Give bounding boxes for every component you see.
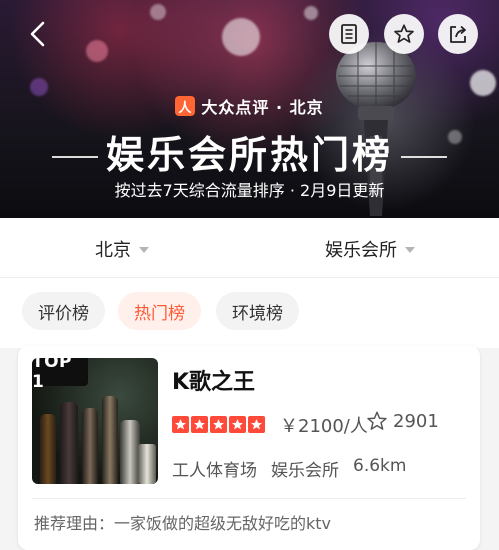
bottle-illustration — [60, 402, 78, 484]
favorite-count-button[interactable]: 2901 — [366, 410, 439, 432]
listing-name[interactable]: K歌之王 — [172, 364, 255, 396]
tab-label: 热门榜 — [134, 303, 185, 324]
listing-category: 娱乐会所 — [271, 461, 339, 481]
star-icon — [210, 416, 227, 433]
listing-thumbnail[interactable]: TOP 1 — [32, 358, 158, 484]
tab-rating[interactable]: 评价榜 — [22, 292, 105, 330]
star-icon — [229, 416, 246, 433]
ranking-tabs: 评价榜 热门榜 环境榜 — [0, 278, 499, 348]
document-icon — [341, 24, 357, 44]
tab-label: 环境榜 — [232, 303, 283, 324]
back-icon — [30, 21, 45, 47]
bottle-illustration — [120, 420, 140, 484]
favorite-count: 2901 — [393, 410, 439, 432]
page-subtitle: 按过去7天综合流量排序 · 2月9日更新 — [114, 181, 385, 200]
favorite-button[interactable] — [384, 14, 424, 54]
share-icon — [450, 25, 466, 43]
glass-illustration — [138, 444, 156, 484]
bottle-illustration — [40, 414, 56, 484]
recommendation-reason: 推荐理由：一家饭做的超级无敌好吃的ktv — [34, 514, 332, 533]
city-filter[interactable]: 北京 — [95, 236, 149, 262]
filter-bar: 北京 娱乐会所 — [0, 218, 499, 278]
star-icon — [172, 416, 189, 433]
rank-badge: TOP 1 — [32, 358, 88, 392]
bokeh-light — [86, 40, 108, 62]
star-icon — [394, 24, 414, 43]
title-divider-right — [401, 156, 447, 158]
tab-environment[interactable]: 环境榜 — [216, 292, 299, 330]
category-filter[interactable]: 娱乐会所 — [325, 236, 415, 262]
bokeh-light — [150, 4, 166, 20]
share-button[interactable] — [438, 14, 478, 54]
bottle-illustration — [82, 408, 98, 484]
bokeh-light — [222, 18, 260, 56]
tab-popular[interactable]: 热门榜 — [118, 292, 201, 330]
bokeh-light — [304, 6, 318, 20]
chevron-down-icon — [405, 247, 415, 253]
listing-distance: 6.6km — [353, 456, 407, 476]
document-button[interactable] — [329, 14, 369, 54]
listing-card[interactable]: TOP 1 K歌之王 ￥2100/人 2901 工人体育场 娱乐会所 6.6km… — [18, 346, 480, 550]
price-per-person: ￥2100/人 — [280, 416, 368, 437]
rating-stars — [172, 416, 265, 433]
star-icon — [248, 416, 265, 433]
brand-logo-icon: 人 — [175, 96, 196, 116]
back-button[interactable] — [18, 14, 58, 54]
listing-area: 工人体育场 — [172, 461, 257, 481]
bokeh-light — [470, 70, 496, 96]
hero-banner: 人 大众点评 · 北京 娱乐会所热门榜 按过去7天综合流量排序 · 2月9日更新 — [0, 0, 499, 218]
city-filter-label: 北京 — [95, 240, 131, 261]
bottle-illustration — [102, 396, 118, 484]
brand-name: 大众点评 · 北京 — [201, 98, 324, 117]
listing-meta: 工人体育场 娱乐会所 6.6km — [172, 456, 406, 481]
tab-label: 评价榜 — [38, 303, 89, 324]
chevron-down-icon — [139, 247, 149, 253]
category-filter-label: 娱乐会所 — [325, 240, 397, 261]
page-title: 娱乐会所热门榜 — [105, 133, 393, 177]
brand-header: 人 大众点评 · 北京 — [0, 94, 499, 118]
star-icon — [191, 416, 208, 433]
divider — [32, 498, 466, 499]
star-outline-icon — [367, 411, 387, 430]
